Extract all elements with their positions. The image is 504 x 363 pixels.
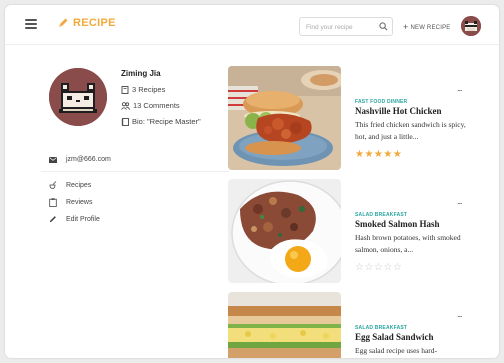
- comments-count: 13 Comments: [121, 101, 180, 110]
- recipe-title[interactable]: Egg Salad Sandwich: [355, 332, 434, 342]
- rating-stars[interactable]: ★★★★★: [355, 149, 402, 160]
- pencil-logo-icon: [59, 18, 68, 27]
- plus-icon: +: [403, 22, 409, 32]
- more-options-button[interactable]: ...: [457, 196, 462, 206]
- recipe-title[interactable]: Smoked Salmon Hash: [355, 219, 440, 229]
- app-bar: RECIPE +NEW RECIPE: [5, 5, 499, 45]
- brand-name: RECIPE: [73, 17, 116, 29]
- chicken-sandwich-image: [228, 66, 341, 170]
- recipe-description: This fried chicken sandwich is spicy, ho…: [355, 120, 466, 141]
- nav-item-label: Recipes: [66, 181, 92, 189]
- recipe-category: SALAD BREAKFAST: [355, 212, 408, 218]
- recipe-title[interactable]: Nashville Hot Chicken: [355, 106, 442, 116]
- nav-item-recipes[interactable]: Recipes: [49, 181, 91, 189]
- search-input[interactable]: [306, 21, 376, 33]
- new-recipe-label: NEW RECIPE: [410, 25, 451, 31]
- people-icon: [121, 101, 130, 110]
- recipe-category: SALAD BREAKFAST: [355, 325, 408, 331]
- avatar-icon: [461, 16, 481, 36]
- recipe-category: FAST FOOD DINNER: [355, 99, 408, 105]
- search-box[interactable]: [299, 17, 393, 36]
- brand[interactable]: RECIPE: [57, 17, 116, 29]
- book-icon: [121, 85, 129, 94]
- nav-item-reviews[interactable]: Reviews: [49, 198, 92, 207]
- salmon-hash-image: [228, 179, 341, 283]
- rating-stars[interactable]: ☆☆☆☆☆: [355, 262, 402, 273]
- recipe-description: Hash brown potatoes, with smoked salmon,…: [355, 233, 461, 254]
- more-options-button[interactable]: ...: [457, 83, 462, 93]
- recipe-description: Egg salad recipe uses hard-: [355, 346, 438, 355]
- more-options-button[interactable]: ...: [457, 309, 462, 319]
- comments-count-label: 13 Comments: [133, 101, 180, 110]
- app-window: RECIPE +NEW RECIPE: [5, 5, 499, 358]
- mail-icon: [49, 156, 57, 163]
- recipes-count-label: 3 Recipes: [132, 85, 166, 94]
- bio: Bio: "Recipe Master": [121, 117, 201, 126]
- pixel-cat-avatar-icon: [49, 68, 107, 126]
- user-avatar[interactable]: [461, 16, 481, 36]
- clipboard-icon: [49, 198, 57, 207]
- nav-item-label: Edit Profile: [66, 215, 100, 223]
- pencil-icon: [49, 216, 56, 223]
- menu-icon[interactable]: [25, 19, 37, 29]
- recipe-image-smoked-salmon-hash[interactable]: [228, 179, 341, 283]
- recipe-image-egg-salad-sandwich[interactable]: [228, 292, 341, 358]
- cooking-icon: [49, 181, 57, 189]
- email-label: jzm@666.com: [66, 156, 111, 163]
- profile-avatar: [49, 68, 107, 126]
- nav-item-edit-profile[interactable]: Edit Profile: [49, 215, 100, 223]
- new-recipe-button[interactable]: + NEW RECIPE: [403, 21, 451, 32]
- recipe-image-nashville-hot-chicken[interactable]: [228, 66, 341, 170]
- email-row: jzm@666.com: [49, 156, 111, 163]
- egg-salad-sandwich-image: [228, 292, 341, 358]
- recipes-count: 3 Recipes: [121, 85, 165, 94]
- notebook-icon: [121, 117, 129, 126]
- bio-label: Bio: "Recipe Master": [132, 117, 201, 126]
- nav-item-label: Reviews: [66, 199, 93, 206]
- profile-divider: [41, 171, 229, 172]
- profile-name: Ziming Jia: [121, 69, 161, 78]
- search-icon[interactable]: [379, 22, 388, 31]
